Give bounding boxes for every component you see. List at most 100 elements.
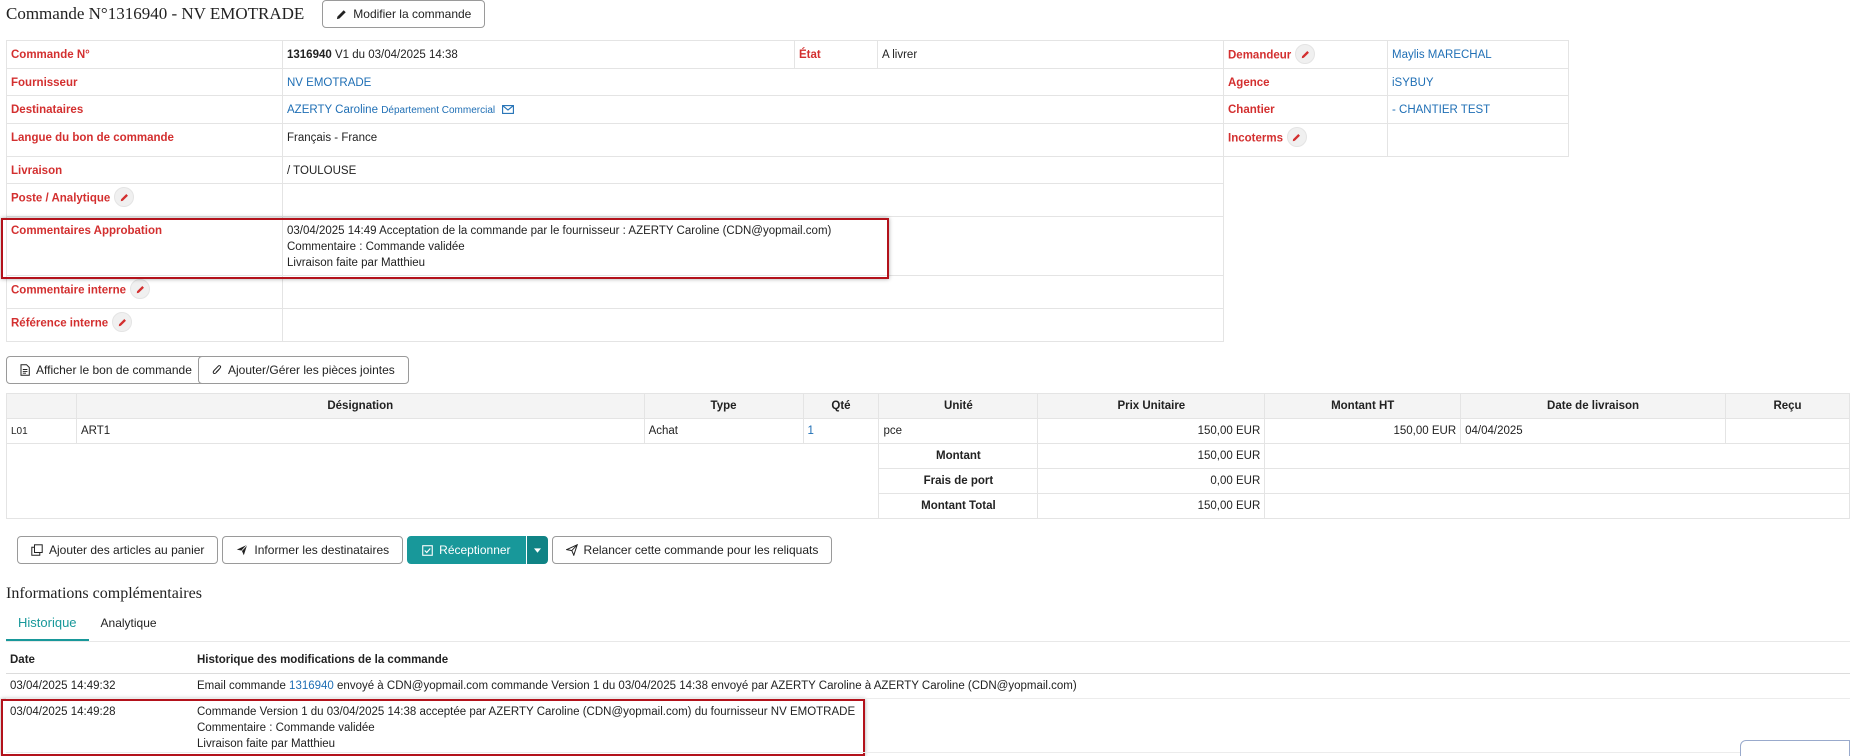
pencil-icon — [118, 318, 126, 326]
shipping-value: 0,00 EUR — [1037, 468, 1266, 494]
internal-ref-value — [282, 308, 1224, 342]
analytic-label-cell: Poste / Analytique — [6, 183, 283, 217]
line-qty: 1 — [802, 418, 880, 444]
envelope-icon[interactable] — [502, 105, 515, 115]
delivery-value: / TOULOUSE — [282, 156, 1224, 184]
analytic-label: Poste / Analytique — [11, 192, 111, 205]
grand-total-value: 150,00 EUR — [1037, 493, 1266, 519]
pencil-icon — [120, 193, 128, 201]
col-amount-header: Montant HT — [1264, 393, 1462, 419]
requester-label: Demandeur — [1228, 49, 1292, 62]
history-entry: Commande Version 1 du 03/04/2025 14:38 a… — [193, 698, 1850, 753]
caret-down-icon — [533, 547, 541, 553]
edit-analytic-button[interactable] — [114, 187, 135, 207]
state-value: A livrer — [877, 40, 1224, 69]
tabs-divider — [6, 641, 1850, 642]
history-changes-header: Historique des modifications de la comma… — [193, 648, 1850, 674]
attachments-label: Ajouter/Gérer les pièces jointes — [228, 363, 395, 377]
tab-history[interactable]: Historique — [6, 613, 89, 641]
totals-row: Montant 150,00 EUR — [5, 443, 1850, 519]
copy-icon — [31, 544, 43, 556]
history-line: Commentaire : Commande validée — [197, 721, 375, 734]
send-icon — [237, 544, 248, 556]
recipient-dept: Département Commercial — [381, 105, 496, 116]
incoterms-label-cell: Incoterms — [1223, 123, 1388, 157]
col-unit-header: Unité — [878, 393, 1039, 419]
table-row: 03/04/2025 14:49:28 Commande Version 1 d… — [6, 698, 1850, 753]
pencil-icon — [1301, 50, 1309, 58]
history-date: 03/04/2025 14:49:28 — [6, 698, 193, 753]
col-type-header: Type — [643, 393, 804, 419]
relaunch-order-button[interactable]: Relancer cette commande pour les reliqua… — [551, 536, 833, 564]
approval-line: Livraison faite par Matthieu — [287, 257, 426, 269]
pencil-icon — [337, 9, 347, 19]
more-info-tabs: Historique Analytique — [6, 613, 169, 641]
add-to-cart-button[interactable]: Ajouter des articles au panier — [17, 536, 219, 564]
history-date-header: Date — [6, 648, 193, 674]
approval-label: Commentaires Approbation — [6, 216, 283, 276]
order-number-link[interactable]: 1316940 — [289, 680, 334, 692]
line-received — [1725, 418, 1850, 444]
pencil-icon — [1293, 133, 1301, 141]
line-unit-price: 150,00 EUR — [1037, 418, 1266, 444]
title-row: Commande N°1316940 - NV EMOTRADE Modifie… — [6, 0, 486, 28]
line-unit: pce — [878, 418, 1039, 444]
supplier-link[interactable]: NV EMOTRADE — [282, 68, 1224, 96]
order-version: V1 du 03/04/2025 14:38 — [331, 49, 458, 61]
state-label: État — [794, 40, 878, 69]
line-code: L01 — [6, 418, 77, 444]
col-received-header: Reçu — [1725, 393, 1850, 419]
inform-recipients-label: Informer les destinataires — [254, 543, 390, 557]
history-line: Livraison faite par Matthieu — [197, 737, 336, 750]
internal-ref-label: Référence interne — [11, 317, 109, 330]
edit-incoterms-button[interactable] — [1286, 127, 1307, 147]
site-label: Chantier — [1223, 95, 1388, 124]
table-row: 03/04/2025 14:49:32 Email commande 13169… — [6, 673, 1850, 699]
col-delivery-date-header: Date de livraison — [1460, 393, 1726, 419]
history-date: 03/04/2025 14:49:32 — [6, 673, 193, 699]
line-delivery-date: 04/04/2025 — [1460, 418, 1726, 444]
internal-ref-label-cell: Référence interne — [6, 308, 283, 342]
incoterms-value — [1387, 123, 1569, 157]
approval-line: 03/04/2025 14:49 Acceptation de la comma… — [287, 225, 832, 237]
edit-order-label: Modifier la commande — [353, 7, 472, 21]
col-qty-header: Qté — [802, 393, 880, 419]
document-icon — [20, 364, 30, 376]
edit-internal-comment-button[interactable] — [130, 279, 151, 299]
edit-internal-ref-button[interactable] — [112, 312, 133, 332]
receive-button[interactable]: Réceptionner — [407, 536, 526, 564]
show-order-label: Afficher le bon de commande — [36, 363, 192, 377]
internal-comment-label-cell: Commentaire interne — [6, 275, 283, 309]
approval-comments: 03/04/2025 14:49 Acceptation de la comma… — [282, 216, 1224, 276]
requester-label-cell: Demandeur — [1223, 40, 1388, 69]
checkbox-icon — [422, 544, 433, 556]
line-amount: 150,00 EUR — [1264, 418, 1462, 444]
line-designation: ART1 — [75, 418, 645, 444]
history-line: Commande Version 1 du 03/04/2025 14:38 a… — [197, 705, 856, 718]
action-bar: Ajouter des articles au panier Informer … — [17, 536, 833, 564]
site-link[interactable]: - CHANTIER TEST — [1387, 95, 1569, 124]
receive-dropdown-toggle[interactable] — [526, 536, 548, 564]
recipient-name-link[interactable]: AZERTY Caroline — [287, 104, 378, 116]
inform-recipients-button[interactable]: Informer les destinataires — [222, 536, 404, 564]
col-code-header — [6, 393, 77, 419]
internal-comment-value — [282, 275, 1224, 309]
attachments-button[interactable]: Ajouter/Gérer les pièces jointes — [198, 356, 409, 384]
col-unit-price-header: Prix Unitaire — [1037, 393, 1266, 419]
tab-analytics[interactable]: Analytique — [89, 613, 169, 641]
relaunch-order-label: Relancer cette commande pour les reliqua… — [583, 543, 819, 557]
table-row: L01 ART1 Achat 1 pce 150,00 EUR 150,00 E… — [6, 418, 1850, 444]
receive-label: Réceptionner — [439, 543, 511, 557]
delivery-label: Livraison — [6, 156, 283, 184]
show-order-button[interactable]: Afficher le bon de commande — [6, 356, 206, 384]
history-table: Date Historique des modifications de la … — [6, 648, 1850, 753]
agency-link[interactable]: iSYBUY — [1387, 68, 1569, 96]
edit-requester-button[interactable] — [1295, 44, 1316, 64]
edit-order-button[interactable]: Modifier la commande — [322, 0, 486, 28]
paperclip-icon — [212, 365, 222, 375]
requester-link[interactable]: Maylis MARECHAL — [1387, 40, 1569, 69]
help-button[interactable] — [1740, 740, 1850, 756]
total-amount-value: 150,00 EUR — [1037, 443, 1266, 469]
more-info-title: Informations complémentaires — [6, 585, 202, 602]
history-entry-prefix: Email commande — [197, 679, 290, 692]
